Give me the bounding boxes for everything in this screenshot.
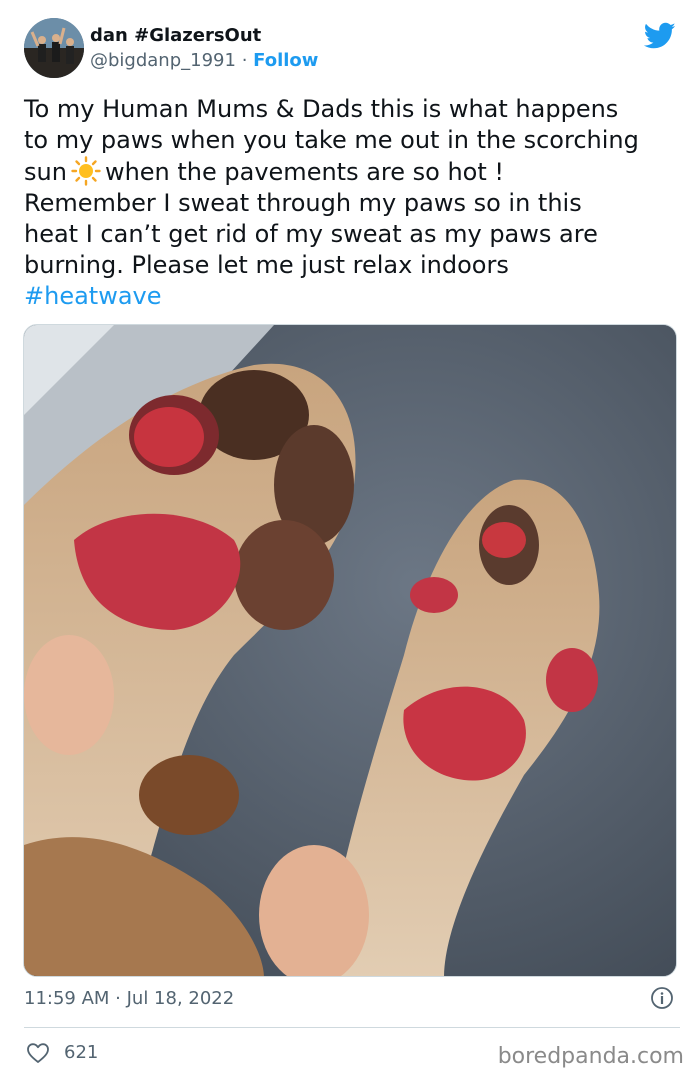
tweet-line: Remember I sweat through my paws so in t…: [24, 189, 582, 217]
tweet-timestamp[interactable]: 11:59 AM · Jul 18, 2022: [24, 988, 234, 1009]
info-icon[interactable]: [650, 986, 674, 1010]
tweet-body: To my Human Mums & Dads this is what hap…: [24, 94, 684, 312]
tweet-line: sun: [24, 158, 67, 186]
avatar-image: [24, 18, 84, 78]
handle-row: @bigdanp_1991 · Follow: [90, 50, 318, 71]
tweet-line: heat I can’t get rid of my sweat as my p…: [24, 220, 598, 248]
tweet-line: To my Human Mums & Dads this is what hap…: [24, 95, 619, 123]
sun-emoji-icon: [71, 156, 101, 186]
tweet-photo[interactable]: [23, 324, 677, 977]
watermark: boredpanda.com: [497, 1044, 684, 1069]
tweet-header: dan #GlazersOut @bigdanp_1991 · Follow: [24, 18, 680, 80]
twitter-bird-icon[interactable]: [644, 22, 676, 50]
avatar[interactable]: [24, 18, 84, 78]
tweet-line: burning. Please let me just relax indoor…: [24, 251, 509, 279]
follow-button[interactable]: Follow: [253, 50, 318, 71]
tweet-line: to my paws when you take me out in the s…: [24, 126, 639, 154]
dog-paws-photo: [24, 325, 676, 976]
display-name[interactable]: dan #GlazersOut: [90, 25, 261, 46]
like-count: 621: [64, 1042, 99, 1063]
footer-divider: [24, 1027, 680, 1028]
user-handle[interactable]: @bigdanp_1991: [90, 50, 236, 71]
hashtag-link[interactable]: #heatwave: [24, 281, 684, 312]
tweet-line: when the pavements are so hot !: [104, 158, 505, 186]
separator-dot: ·: [241, 50, 248, 71]
heart-icon[interactable]: [26, 1042, 50, 1064]
